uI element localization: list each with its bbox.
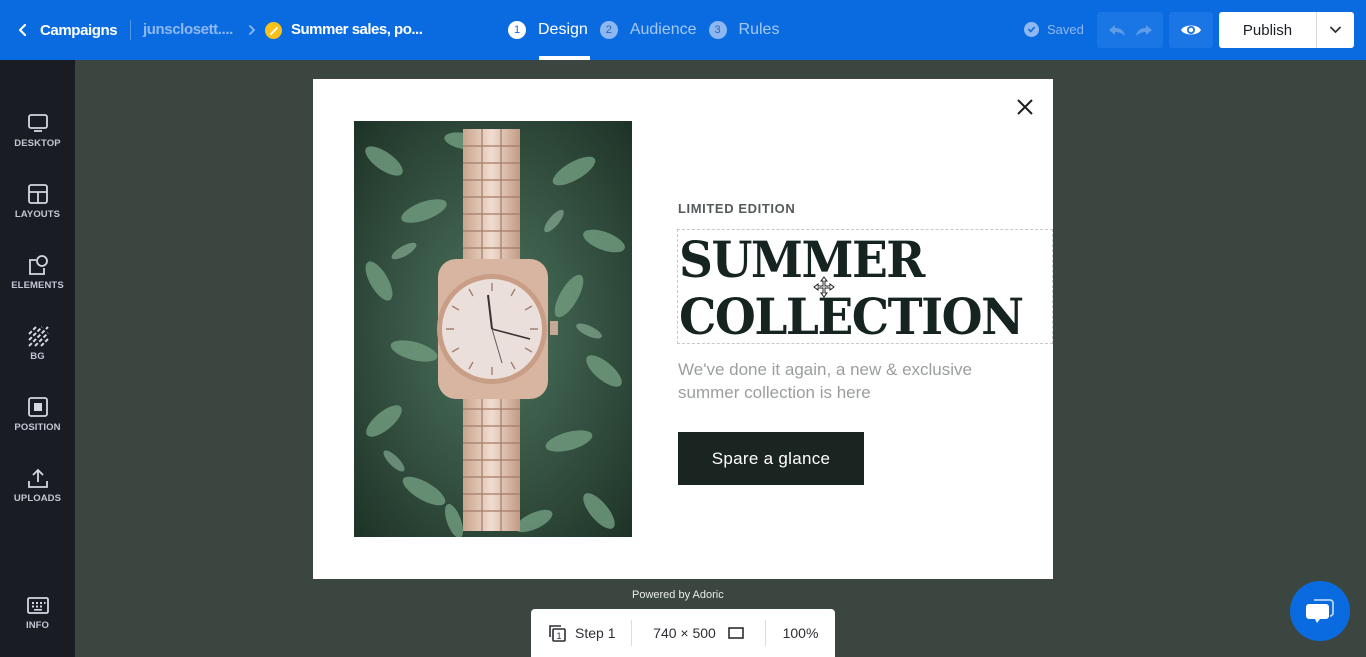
sidebar-item-bg[interactable]: BG — [0, 325, 75, 381]
headline-text[interactable]: SUMMER COLLECTION — [679, 231, 1024, 347]
top-bar: Campaigns junsclosett.... Summer sales, … — [0, 0, 1366, 60]
sidebar-item-uploads[interactable]: UPLOADS — [0, 467, 75, 523]
layout-icon — [27, 184, 48, 204]
sidebar-item-label: DESKTOP — [14, 138, 61, 149]
step-label: Rules — [738, 21, 780, 38]
upload-icon — [27, 468, 48, 488]
cta-button[interactable]: Spare a glance — [678, 432, 864, 485]
step-pages-icon: 1 — [549, 625, 566, 642]
breadcrumb-campaign[interactable]: Summer sales, po... — [291, 21, 423, 38]
publish-button[interactable]: Publish — [1219, 12, 1317, 48]
body-text[interactable]: We've done it again, a new & exclusive s… — [678, 358, 1018, 404]
saved-label: Saved — [1047, 22, 1084, 37]
check-circle-icon — [1024, 22, 1039, 37]
chevron-left-icon — [18, 23, 27, 37]
publish-options-button[interactable] — [1317, 12, 1354, 48]
step-number: 1 — [508, 21, 526, 39]
breadcrumb-site[interactable]: junsclosett.... — [143, 21, 233, 38]
chevron-down-icon — [1330, 26, 1341, 34]
monitor-icon — [27, 114, 48, 132]
zoom-level[interactable]: 100% — [766, 625, 835, 641]
sidebar-item-desktop[interactable]: DESKTOP — [0, 112, 75, 168]
divider — [130, 20, 131, 40]
position-icon — [27, 397, 48, 417]
sidebar-item-info[interactable]: INFO — [0, 594, 75, 650]
step-label: Audience — [629, 21, 697, 38]
step-number: 2 — [599, 21, 618, 39]
keyboard-icon — [26, 597, 49, 614]
tab-rules[interactable]: 3 Rules — [708, 0, 780, 60]
frame-icon — [728, 627, 744, 639]
pencil-icon — [269, 26, 278, 35]
svg-text:1: 1 — [556, 631, 561, 641]
step-number: 3 — [708, 21, 727, 39]
move-cursor-icon — [813, 276, 835, 298]
eye-icon — [1181, 25, 1201, 35]
publish-control: Publish — [1219, 12, 1354, 48]
sidebar-item-label: POSITION — [14, 422, 61, 433]
chevron-right-icon — [249, 25, 256, 35]
preview-button[interactable] — [1169, 12, 1213, 48]
sidebar-item-label: LAYOUTS — [14, 209, 61, 220]
back-label: Campaigns — [40, 21, 118, 39]
history-controls — [1097, 12, 1163, 48]
back-to-campaigns-link[interactable]: Campaigns — [16, 19, 118, 41]
editor-sidebar: DESKTOP LAYOUTS ELEMENTS BG POSITION UPL… — [0, 60, 75, 657]
sidebar-item-layouts[interactable]: LAYOUTS — [0, 183, 75, 239]
canvas-size-control[interactable]: 740 × 500 — [632, 625, 765, 641]
step-label: Step 1 — [575, 625, 616, 641]
canvas-toolbar: 1 Step 1 740 × 500 100% — [531, 609, 835, 657]
sidebar-item-position[interactable]: POSITION — [0, 396, 75, 452]
saved-status: Saved — [1024, 22, 1084, 37]
background-stripes-icon — [27, 326, 49, 347]
undo-button[interactable] — [1107, 22, 1127, 38]
canvas-size-label: 740 × 500 — [653, 625, 716, 641]
product-image[interactable] — [354, 121, 632, 537]
shapes-icon — [28, 255, 48, 275]
tab-audience[interactable]: 2 Audience — [599, 0, 697, 60]
sidebar-item-label: UPLOADS — [13, 493, 62, 504]
step-label: Design — [538, 21, 588, 38]
chat-bubble-icon — [1306, 599, 1334, 623]
powered-by-label: Powered by Adoric — [632, 589, 724, 601]
redo-button[interactable] — [1134, 22, 1154, 38]
campaign-status-draft-icon — [265, 22, 282, 39]
eyebrow-text[interactable]: LIMITED EDITION — [678, 201, 795, 216]
undo-icon — [1108, 25, 1125, 36]
step-selector[interactable]: 1 Step 1 — [531, 623, 631, 643]
sidebar-item-label: ELEMENTS — [11, 280, 64, 291]
close-icon[interactable] — [1015, 97, 1035, 117]
headline-line-1: SUMMER — [679, 231, 925, 290]
wizard-steps: 1 Design 2 Audience 3 Rules — [508, 0, 791, 60]
support-chat-button[interactable] — [1290, 581, 1350, 641]
redo-icon — [1135, 25, 1152, 36]
sidebar-item-elements[interactable]: ELEMENTS — [0, 254, 75, 310]
watch-photo-illustration — [354, 121, 632, 537]
sidebar-item-label: INFO — [25, 620, 50, 631]
sidebar-item-label: BG — [30, 351, 45, 362]
headline-line-2: COLLECTION — [679, 288, 1024, 347]
tab-design[interactable]: 1 Design — [508, 0, 590, 60]
